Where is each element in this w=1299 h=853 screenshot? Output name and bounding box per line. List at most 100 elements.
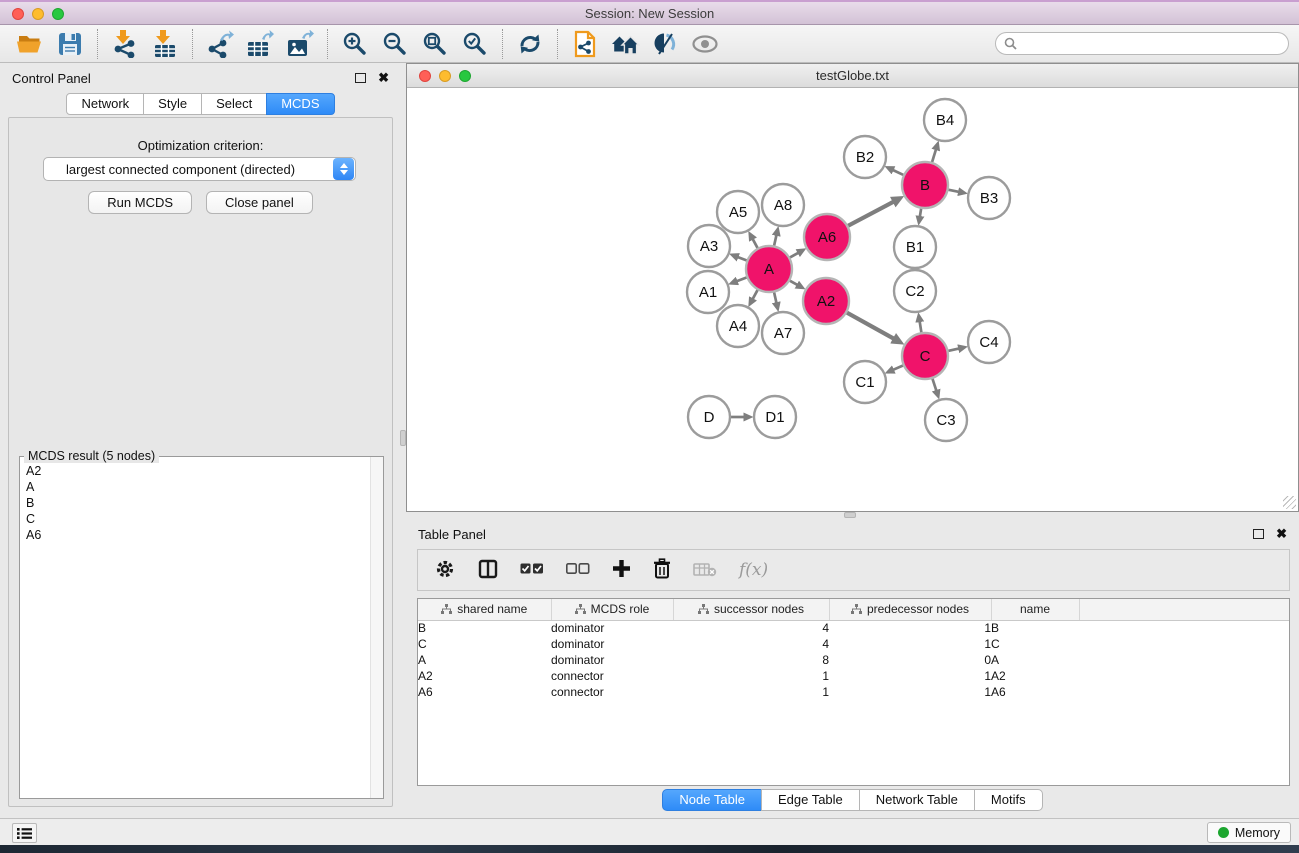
graph-node-A8[interactable]: A8 <box>762 184 804 226</box>
mcds-list-scrollbar[interactable] <box>370 457 383 798</box>
graph-edge-C-C1[interactable] <box>893 365 904 370</box>
graph-node-D1[interactable]: D1 <box>754 396 796 438</box>
column-header[interactable]: successor nodes <box>673 599 829 620</box>
table-cell[interactable]: C <box>991 636 1079 652</box>
graph-edge-B-B3[interactable] <box>948 190 959 192</box>
table-cell[interactable]: connector <box>551 668 673 684</box>
export-network-button[interactable] <box>200 27 240 61</box>
graph-edge-A-A1[interactable] <box>737 277 748 281</box>
export-table-button[interactable] <box>240 27 280 61</box>
function-builder-button[interactable]: f(x) <box>739 560 768 580</box>
show-columns-button[interactable] <box>478 559 498 582</box>
table-cell[interactable]: 8 <box>673 652 829 668</box>
zoom-in-button[interactable] <box>335 27 375 61</box>
close-window-button[interactable] <box>12 8 24 20</box>
network-overview-button[interactable] <box>685 27 725 61</box>
table-cell[interactable]: A6 <box>418 684 551 700</box>
graph-edge-A-A4[interactable] <box>753 289 758 299</box>
tab-network[interactable]: Network <box>66 93 144 115</box>
delete-column-button[interactable] <box>653 558 671 582</box>
graph-edge-A-A7[interactable] <box>774 292 777 303</box>
graph-node-B[interactable]: B <box>902 162 948 208</box>
table-cell[interactable]: 1 <box>673 668 829 684</box>
graph-edge-A-A6[interactable] <box>789 253 798 258</box>
graph-edge-A-A8[interactable] <box>774 235 777 246</box>
mcds-result-item[interactable]: A2 <box>26 463 383 479</box>
table-cell[interactable]: 1 <box>829 684 991 700</box>
column-header[interactable]: shared name <box>418 599 551 620</box>
task-history-button[interactable] <box>12 823 37 843</box>
table-cell[interactable]: A2 <box>991 668 1079 684</box>
tab-edge-table[interactable]: Edge Table <box>761 789 860 811</box>
graph-edge-A2-C[interactable] <box>846 312 893 338</box>
delete-table-button[interactable] <box>693 561 717 580</box>
table-cell[interactable]: dominator <box>551 620 673 636</box>
graph-edge-A-A2[interactable] <box>789 280 797 285</box>
table-cell[interactable]: A2 <box>418 668 551 684</box>
table-cell[interactable]: A <box>991 652 1079 668</box>
table-row[interactable]: A6connector11A6 <box>418 684 1289 700</box>
table-row[interactable]: A2connector11A2 <box>418 668 1289 684</box>
network-canvas[interactable]: B4B2BB3A5A8A6B1A3AC2A1A2A4A7CC4C1C3DD1 <box>407 88 1298 511</box>
table-cell[interactable]: A6 <box>991 684 1079 700</box>
search-input[interactable] <box>1017 37 1288 51</box>
close-network-window-button[interactable] <box>419 70 431 82</box>
close-panel-icon[interactable]: ✖ <box>378 73 389 83</box>
graph-edge-C-C2[interactable] <box>920 322 922 334</box>
tab-motifs[interactable]: Motifs <box>974 789 1043 811</box>
table-cell[interactable]: 4 <box>673 636 829 652</box>
mcds-result-item[interactable]: A6 <box>26 527 383 543</box>
graph-node-A5[interactable]: A5 <box>717 191 759 233</box>
resize-grip-icon[interactable] <box>1283 496 1296 509</box>
deselect-all-button[interactable] <box>566 563 590 578</box>
graph-edge-B-B2[interactable] <box>893 170 904 175</box>
graph-edge-C-C3[interactable] <box>932 378 936 391</box>
column-header[interactable]: MCDS role <box>551 599 673 620</box>
criterion-dropdown[interactable]: largest connected component (directed) <box>43 157 356 181</box>
graph-node-A6[interactable]: A6 <box>804 214 850 260</box>
graph-node-A7[interactable]: A7 <box>762 312 804 354</box>
graph-edge-C-C4[interactable] <box>948 349 959 352</box>
table-cell[interactable]: C <box>418 636 551 652</box>
column-header[interactable]: name <box>991 599 1079 620</box>
tab-node-table[interactable]: Node Table <box>662 789 762 811</box>
tab-select[interactable]: Select <box>201 93 267 115</box>
graph-edge-B-B1[interactable] <box>920 208 921 217</box>
graph-edge-A-A5[interactable] <box>753 239 758 249</box>
graph-node-A3[interactable]: A3 <box>688 225 730 267</box>
zoom-fit-button[interactable] <box>415 27 455 61</box>
refresh-view-button[interactable] <box>510 27 550 61</box>
clone-network-button[interactable] <box>565 27 605 61</box>
graph-node-A2[interactable]: A2 <box>803 278 849 324</box>
graph-node-C3[interactable]: C3 <box>925 399 967 441</box>
export-image-button[interactable] <box>280 27 320 61</box>
mcds-result-item[interactable]: C <box>26 511 383 527</box>
add-column-button[interactable] <box>612 559 631 581</box>
graphics-details-button[interactable] <box>645 27 685 61</box>
graph-edge-A6-B[interactable] <box>847 202 893 226</box>
graph-node-A1[interactable]: A1 <box>687 271 729 313</box>
graph-node-C[interactable]: C <box>902 333 948 379</box>
table-cell[interactable]: 1 <box>829 636 991 652</box>
zoom-network-window-button[interactable] <box>459 70 471 82</box>
table-settings-button[interactable] <box>434 558 456 583</box>
save-session-button[interactable] <box>50 27 90 61</box>
zoom-selected-button[interactable] <box>455 27 495 61</box>
table-cell[interactable]: 1 <box>829 620 991 636</box>
table-cell[interactable]: 1 <box>673 684 829 700</box>
tab-style[interactable]: Style <box>143 93 202 115</box>
table-cell[interactable]: connector <box>551 684 673 700</box>
tab-mcds[interactable]: MCDS <box>266 93 334 115</box>
graph-node-C1[interactable]: C1 <box>844 361 886 403</box>
close-table-panel-icon[interactable]: ✖ <box>1276 529 1287 539</box>
float-table-panel-icon[interactable] <box>1253 529 1264 539</box>
table-cell[interactable]: B <box>991 620 1079 636</box>
graph-node-D[interactable]: D <box>688 396 730 438</box>
table-cell[interactable]: 4 <box>673 620 829 636</box>
table-cell[interactable]: dominator <box>551 636 673 652</box>
select-all-button[interactable] <box>520 563 544 578</box>
graph-node-B2[interactable]: B2 <box>844 136 886 178</box>
import-table-button[interactable] <box>145 27 185 61</box>
table-cell[interactable]: B <box>418 620 551 636</box>
table-row[interactable]: Adominator80A <box>418 652 1289 668</box>
